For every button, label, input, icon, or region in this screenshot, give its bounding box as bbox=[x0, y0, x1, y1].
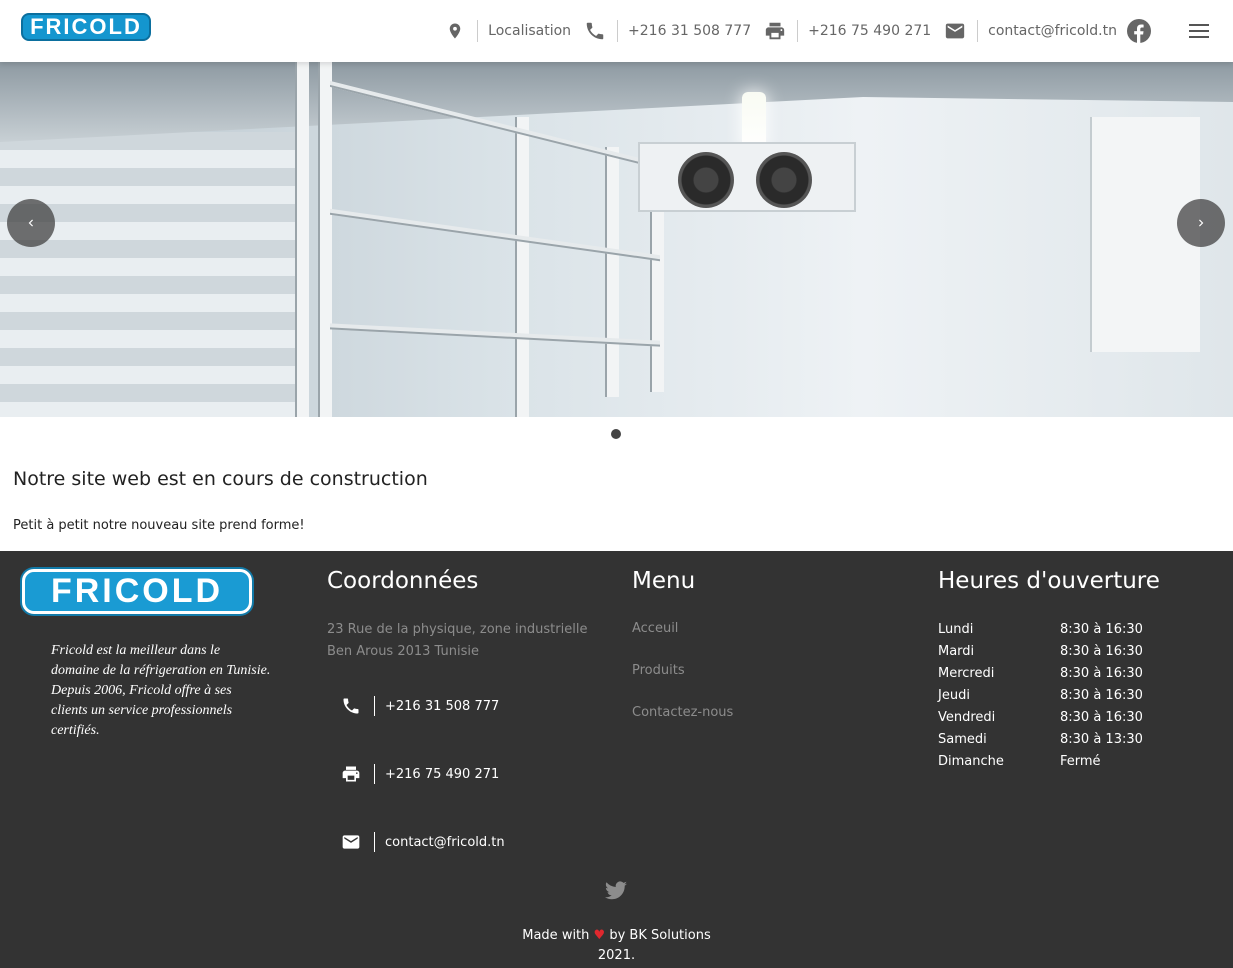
hours-day: Mardi bbox=[938, 644, 975, 659]
footer-phone[interactable]: +216 31 508 777 bbox=[385, 699, 499, 714]
phone-icon bbox=[583, 19, 607, 43]
twitter-icon[interactable] bbox=[604, 879, 628, 903]
footer-description: Fricold est la meilleur dans le domaine … bbox=[51, 643, 271, 738]
address-line-2: Ben Arous 2013 Tunisie bbox=[327, 644, 479, 659]
carousel-indicator-dot[interactable] bbox=[611, 429, 621, 439]
hours-time: 8:30 à 13:30 bbox=[1060, 732, 1143, 747]
header-logo[interactable]: FRICOLD bbox=[21, 13, 151, 41]
address-line-1: 23 Rue de la physique, zone industrielle bbox=[327, 622, 588, 637]
page-subtitle: Petit à petit notre nouveau site prend f… bbox=[13, 518, 305, 533]
heart-icon: ♥ bbox=[593, 928, 606, 943]
header-phone[interactable]: +216 31 508 777 bbox=[628, 23, 751, 39]
made-with-by[interactable]: by BK Solutions bbox=[609, 928, 710, 943]
footer-logo: FRICOLD bbox=[22, 569, 252, 614]
hours-day: Jeudi bbox=[938, 688, 970, 703]
footer-menu-item-contact[interactable]: Contactez-nous bbox=[632, 705, 733, 720]
hours-row: Dimanche Fermé bbox=[938, 751, 1143, 773]
opening-hours-table: Lundi 8:30 à 16:30 Mardi 8:30 à 16:30 Merc… bbox=[938, 619, 1143, 773]
site-header: FRICOLD Localisation +216 31 508 777 +21… bbox=[0, 0, 1233, 62]
separator bbox=[977, 20, 979, 42]
copyright-year: 2021. bbox=[597, 948, 636, 963]
page-title: Notre site web est en cours de construct… bbox=[13, 468, 428, 490]
header-email[interactable]: contact@fricold.tn bbox=[988, 23, 1117, 39]
coords-heading: Coordonnées bbox=[327, 568, 479, 594]
footer-fax[interactable]: +216 75 490 271 bbox=[385, 767, 499, 782]
footer-email-row[interactable]: contact@fricold.tn bbox=[340, 830, 505, 854]
hours-time: 8:30 à 16:30 bbox=[1060, 622, 1143, 637]
made-with-prefix: Made with bbox=[522, 928, 590, 943]
hours-day: Vendredi bbox=[938, 710, 996, 725]
location-icon[interactable] bbox=[443, 19, 467, 43]
carousel-prev-button[interactable] bbox=[7, 199, 55, 247]
hours-row: Lundi 8:30 à 16:30 bbox=[938, 619, 1143, 641]
menu-heading: Menu bbox=[632, 568, 696, 594]
header-location-link[interactable]: Localisation bbox=[488, 23, 571, 39]
header-logo-text: FRICOLD bbox=[30, 14, 142, 39]
chevron-right-icon bbox=[1199, 219, 1204, 227]
hero-image-wall bbox=[0, 132, 300, 417]
footer-email[interactable]: contact@fricold.tn bbox=[385, 835, 505, 850]
header-fax[interactable]: +216 75 490 271 bbox=[808, 23, 931, 39]
mail-icon bbox=[340, 831, 362, 853]
header-contact-bar: Localisation +216 31 508 777 +216 75 490… bbox=[443, 0, 1233, 62]
footer-logo-text: FRICOLD bbox=[50, 572, 224, 610]
hours-time: 8:30 à 16:30 bbox=[1060, 710, 1143, 725]
separator bbox=[617, 20, 619, 42]
hours-heading: Heures d'ouverture bbox=[938, 568, 1160, 594]
menu-icon[interactable] bbox=[1187, 19, 1211, 43]
hours-row: Jeudi 8:30 à 16:30 bbox=[938, 685, 1143, 707]
site-footer: FRICOLD Fricold est la meilleur dans le … bbox=[0, 551, 1233, 968]
print-icon bbox=[340, 763, 362, 785]
footer-address: 23 Rue de la physique, zone industrielle… bbox=[327, 619, 597, 663]
hours-day: Lundi bbox=[938, 622, 974, 637]
chevron-left-icon bbox=[28, 219, 33, 227]
carousel-next-button[interactable] bbox=[1177, 199, 1225, 247]
hours-row: Mercredi 8:30 à 16:30 bbox=[938, 663, 1143, 685]
hours-time: 8:30 à 16:30 bbox=[1060, 688, 1143, 703]
hours-row: Mardi 8:30 à 16:30 bbox=[938, 641, 1143, 663]
print-icon bbox=[763, 19, 787, 43]
hours-time: 8:30 à 16:30 bbox=[1060, 644, 1143, 659]
separator bbox=[797, 20, 799, 42]
hours-time: 8:30 à 16:30 bbox=[1060, 666, 1143, 681]
hours-row: Vendredi 8:30 à 16:30 bbox=[938, 707, 1143, 729]
footer-phone-row[interactable]: +216 31 508 777 bbox=[340, 694, 499, 718]
hours-time: Fermé bbox=[1060, 754, 1101, 769]
hours-day: Mercredi bbox=[938, 666, 995, 681]
hero-carousel-image bbox=[0, 62, 1233, 417]
hours-day: Dimanche bbox=[938, 754, 1004, 769]
hero-image-cooling-unit bbox=[638, 142, 856, 212]
footer-menu-item-acceuil[interactable]: Acceuil bbox=[632, 621, 678, 636]
facebook-icon[interactable] bbox=[1127, 19, 1151, 43]
made-with-credit: Made with ♥ by BK Solutions bbox=[0, 928, 1233, 943]
separator bbox=[477, 20, 479, 42]
footer-menu-item-produits[interactable]: Produits bbox=[632, 663, 685, 678]
hours-row: Samedi 8:30 à 13:30 bbox=[938, 729, 1143, 751]
phone-icon bbox=[340, 695, 362, 717]
hours-day: Samedi bbox=[938, 732, 987, 747]
footer-fax-row[interactable]: +216 75 490 271 bbox=[340, 762, 499, 786]
mail-icon bbox=[943, 19, 967, 43]
